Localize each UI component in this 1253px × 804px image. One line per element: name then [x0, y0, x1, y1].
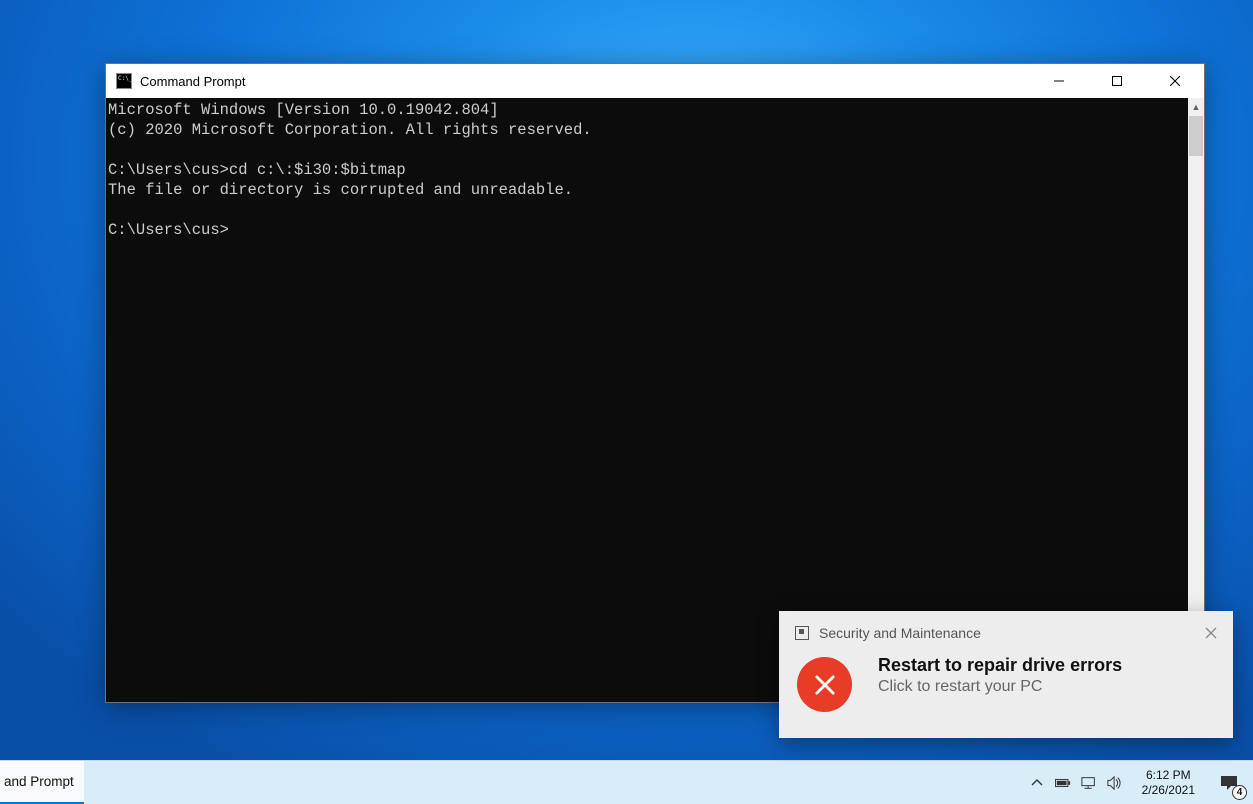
window-title: Command Prompt: [140, 74, 245, 89]
scroll-up-arrow[interactable]: ▲: [1188, 98, 1204, 116]
window-titlebar[interactable]: Command Prompt: [106, 64, 1204, 98]
network-icon[interactable]: [1076, 761, 1102, 804]
notification-toast[interactable]: Security and Maintenance Restart to repa…: [779, 611, 1233, 738]
toast-message: Restart to repair drive errors Click to …: [878, 655, 1122, 696]
taskbar-clock[interactable]: 6:12 PM 2/26/2021: [1132, 761, 1205, 804]
taskbar-spacer: [84, 761, 1020, 804]
error-icon: [797, 657, 852, 712]
toast-close-button[interactable]: [1201, 623, 1221, 645]
volume-icon[interactable]: [1102, 761, 1128, 804]
cmd-app-icon: [116, 73, 132, 89]
taskbar: and Prompt 6:12 PM 2/26/2021 4: [0, 760, 1253, 804]
action-center-button[interactable]: 4: [1205, 761, 1253, 804]
clock-time: 6:12 PM: [1146, 768, 1191, 783]
clock-date: 2/26/2021: [1142, 783, 1195, 798]
toast-subtitle: Click to restart your PC: [878, 678, 1122, 696]
minimize-button[interactable]: [1030, 64, 1088, 98]
maximize-button[interactable]: [1088, 64, 1146, 98]
window-controls: [1030, 64, 1204, 98]
toast-header: Security and Maintenance: [779, 611, 1233, 651]
close-button[interactable]: [1146, 64, 1204, 98]
battery-icon[interactable]: [1050, 761, 1076, 804]
toast-source: Security and Maintenance: [819, 625, 981, 641]
tray-overflow-chevron-icon[interactable]: [1024, 761, 1050, 804]
console-output: Microsoft Windows [Version 10.0.19042.80…: [106, 98, 1204, 242]
action-center-badge: 4: [1232, 785, 1247, 800]
toast-body[interactable]: Restart to repair drive errors Click to …: [779, 651, 1233, 738]
taskbar-active-app[interactable]: and Prompt: [0, 761, 84, 804]
security-maintenance-icon: [795, 626, 809, 640]
taskbar-active-app-label: and Prompt: [4, 774, 74, 789]
toast-title: Restart to repair drive errors: [878, 655, 1122, 676]
system-tray: [1020, 761, 1132, 804]
command-prompt-window: Command Prompt Microsoft Windows [Versio…: [105, 63, 1205, 703]
scroll-thumb[interactable]: [1189, 116, 1203, 156]
